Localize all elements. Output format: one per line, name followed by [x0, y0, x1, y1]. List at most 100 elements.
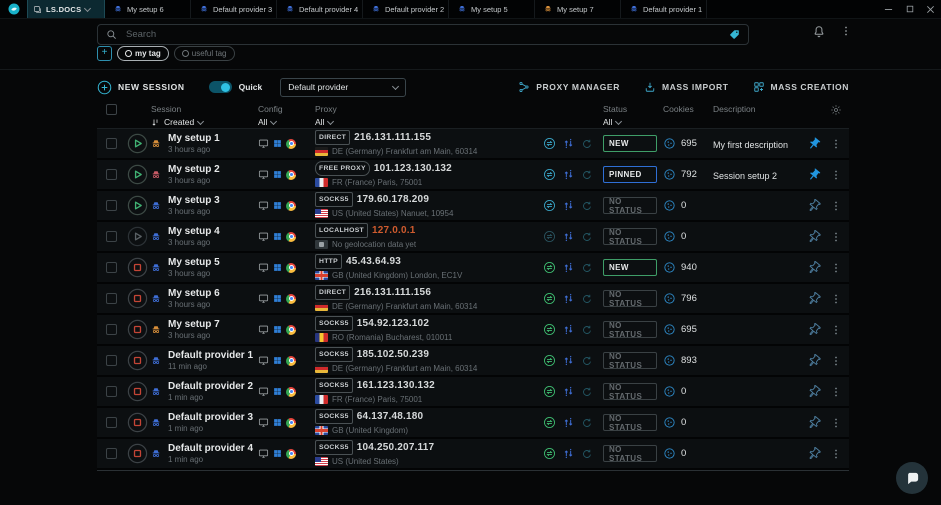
pin-icon[interactable]	[807, 415, 821, 430]
session-row[interactable]: Default provider 4 1 min ago SOCKS5 104.…	[97, 439, 849, 470]
status-badge[interactable]: NO STATUS	[603, 197, 657, 215]
row-checkbox[interactable]	[106, 324, 117, 335]
stop-session-button[interactable]	[127, 350, 151, 371]
maximize-button[interactable]	[899, 0, 920, 18]
session-row[interactable]: My setup 6 3 hours ago DIRECT 216.131.11…	[97, 284, 849, 315]
rotate-proxy-icon[interactable]	[581, 262, 593, 274]
pin-icon[interactable]	[807, 198, 821, 213]
notifications-bell-icon[interactable]	[812, 25, 828, 41]
row-checkbox[interactable]	[106, 386, 117, 397]
row-menu-kebab-icon[interactable]	[830, 417, 842, 429]
support-chat-button[interactable]	[896, 462, 928, 494]
quick-toggle[interactable]	[208, 81, 232, 93]
stop-session-button[interactable]	[127, 257, 151, 278]
stop-session-button[interactable]	[127, 412, 151, 433]
row-checkbox[interactable]	[106, 200, 117, 211]
rotate-proxy-icon[interactable]	[581, 386, 593, 398]
change-fingerprint-icon[interactable]	[562, 261, 575, 274]
pin-icon[interactable]	[807, 353, 821, 368]
app-logo-icon[interactable]	[0, 0, 27, 18]
pin-icon[interactable]	[807, 446, 821, 461]
pin-icon[interactable]	[807, 229, 821, 244]
proxy-check-icon[interactable]	[543, 261, 556, 274]
more-options-icon[interactable]	[840, 25, 852, 41]
search-input[interactable]	[124, 28, 722, 41]
app-menu-tab[interactable]: LS.DOCS	[27, 0, 105, 18]
select-all-checkbox[interactable]	[106, 104, 117, 115]
rotate-proxy-icon[interactable]	[581, 355, 593, 367]
status-badge[interactable]: NO STATUS	[603, 352, 657, 370]
row-menu-kebab-icon[interactable]	[830, 293, 842, 305]
proxy-manager-button[interactable]: PROXY MANAGER	[518, 81, 620, 93]
row-menu-kebab-icon[interactable]	[830, 386, 842, 398]
status-badge[interactable]: NO STATUS	[603, 321, 657, 339]
change-fingerprint-icon[interactable]	[562, 199, 575, 212]
table-settings-gear-icon[interactable]	[830, 104, 842, 116]
change-fingerprint-icon[interactable]	[562, 385, 575, 398]
row-menu-kebab-icon[interactable]	[830, 448, 842, 460]
row-checkbox[interactable]	[106, 169, 117, 180]
session-tab-1[interactable]: My setup 6	[105, 0, 191, 18]
rotate-proxy-icon[interactable]	[581, 138, 593, 150]
pin-icon[interactable]	[807, 168, 821, 182]
proxy-check-icon[interactable]	[543, 137, 556, 150]
session-tab-4[interactable]: Default provider 2	[363, 0, 449, 18]
status-badge[interactable]: NO STATUS	[603, 290, 657, 308]
row-menu-kebab-icon[interactable]	[830, 324, 842, 336]
row-checkbox[interactable]	[106, 448, 117, 459]
row-checkbox[interactable]	[106, 417, 117, 428]
start-session-button[interactable]	[127, 226, 151, 247]
proxy-check-icon[interactable]	[543, 292, 556, 305]
start-session-button[interactable]	[127, 133, 151, 154]
rotate-proxy-icon[interactable]	[581, 293, 593, 305]
status-badge[interactable]: PINNED	[603, 166, 657, 183]
row-menu-kebab-icon[interactable]	[830, 262, 842, 274]
row-checkbox[interactable]	[106, 231, 117, 242]
proxy-check-icon[interactable]	[543, 354, 556, 367]
tag-chip-1[interactable]: my tag	[117, 46, 169, 61]
session-row[interactable]: Default provider 2 1 min ago SOCKS5 161.…	[97, 377, 849, 408]
close-button[interactable]	[920, 0, 941, 18]
stop-session-button[interactable]	[127, 443, 151, 464]
proxy-check-icon[interactable]	[543, 385, 556, 398]
pin-icon[interactable]	[807, 260, 821, 275]
proxy-check-icon[interactable]	[543, 416, 556, 429]
session-row[interactable]: My setup 5 3 hours ago HTTP 45.43.64.93 …	[97, 253, 849, 284]
minimize-button[interactable]	[878, 0, 899, 18]
provider-select[interactable]: Default provider	[280, 77, 407, 97]
session-row[interactable]: Default provider 3 1 min ago SOCKS5 64.1…	[97, 408, 849, 439]
proxy-check-icon[interactable]	[543, 199, 556, 212]
rotate-proxy-icon[interactable]	[581, 324, 593, 336]
change-fingerprint-icon[interactable]	[562, 323, 575, 336]
rotate-proxy-icon[interactable]	[581, 231, 593, 243]
proxy-check-icon[interactable]	[543, 230, 556, 243]
session-tab-5[interactable]: My setup 5	[449, 0, 535, 18]
status-badge[interactable]: NO STATUS	[603, 414, 657, 432]
stop-session-button[interactable]	[127, 319, 151, 340]
stop-session-button[interactable]	[127, 288, 151, 309]
session-row[interactable]: My setup 7 3 hours ago SOCKS5 154.92.123…	[97, 315, 849, 346]
row-menu-kebab-icon[interactable]	[830, 231, 842, 243]
stop-session-button[interactable]	[127, 381, 151, 402]
change-fingerprint-icon[interactable]	[562, 447, 575, 460]
rotate-proxy-icon[interactable]	[581, 200, 593, 212]
change-fingerprint-icon[interactable]	[562, 168, 575, 181]
row-menu-kebab-icon[interactable]	[830, 355, 842, 367]
tag-filter-icon[interactable]	[729, 29, 740, 40]
status-filter[interactable]: All	[603, 117, 663, 127]
session-tab-6[interactable]: My setup 7	[535, 0, 621, 18]
session-row[interactable]: My setup 2 3 hours ago FREE PROXY 101.12…	[97, 160, 849, 191]
proxy-filter[interactable]: All	[315, 117, 543, 127]
pin-icon[interactable]	[807, 291, 821, 306]
mass-creation-button[interactable]: MASS CREATION	[753, 81, 849, 93]
row-menu-kebab-icon[interactable]	[830, 169, 842, 181]
status-badge[interactable]: NO STATUS	[603, 228, 657, 246]
add-tag-button[interactable]: +	[97, 46, 112, 61]
pin-icon[interactable]	[807, 384, 821, 399]
change-fingerprint-icon[interactable]	[562, 354, 575, 367]
proxy-check-icon[interactable]	[543, 323, 556, 336]
session-row[interactable]: My setup 1 3 hours ago DIRECT 216.131.11…	[97, 129, 849, 160]
row-checkbox[interactable]	[106, 355, 117, 366]
start-session-button[interactable]	[127, 164, 151, 185]
session-tab-3[interactable]: Default provider 4	[277, 0, 363, 18]
